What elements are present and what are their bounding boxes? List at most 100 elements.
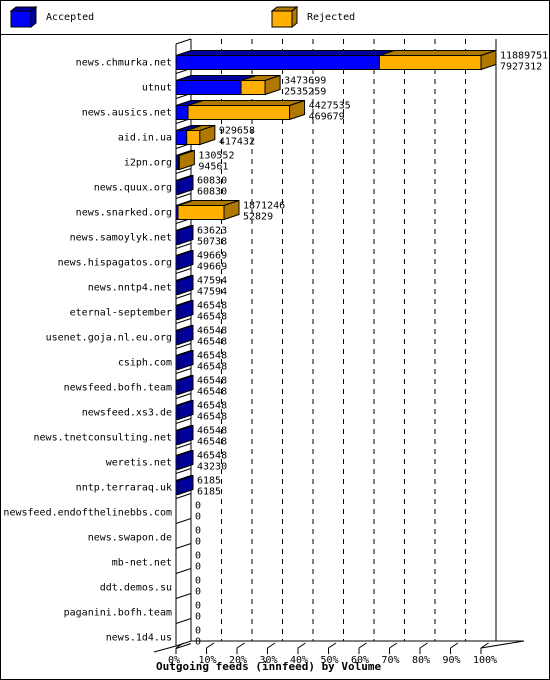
chart-title: Outgoing feeds (innfeed) by Volume	[156, 660, 382, 673]
bar-accepted	[175, 105, 189, 120]
floor-left-edge	[153, 645, 177, 653]
category-label: csiph.com	[118, 358, 172, 369]
category-label: i2pn.org	[124, 158, 172, 169]
x-tick-depth	[358, 642, 367, 649]
value-label-total: 130552	[198, 151, 234, 162]
bar-rejected-top	[379, 50, 497, 56]
value-label-accepted: 0	[195, 512, 201, 523]
bar-rejected	[378, 55, 482, 70]
value-label-accepted: 0	[195, 612, 201, 623]
value-label-accepted: 469679	[309, 112, 345, 123]
value-label-total: 11889751	[500, 51, 548, 62]
x-tick-depth	[297, 642, 306, 649]
value-label-accepted: 46548	[197, 337, 227, 348]
value-label-total: 49669	[197, 251, 227, 262]
value-label-accepted: 43230	[197, 462, 227, 473]
value-label-accepted: 6185	[197, 487, 221, 498]
x-tick-depth	[236, 642, 245, 649]
category-label: news.1d4.us	[106, 633, 172, 644]
value-label-accepted: 46548	[197, 437, 227, 448]
category-label: newsfeed.bofh.team	[64, 383, 172, 394]
row-separator	[175, 518, 192, 524]
category-label: utnut	[142, 83, 172, 94]
bar-rejected	[240, 80, 266, 95]
value-label-total: 0	[195, 626, 201, 637]
category-label: news.snarked.org	[76, 208, 172, 219]
value-label-accepted: 47594	[197, 287, 227, 298]
value-label-accepted: 46548	[197, 362, 227, 373]
x-tick-depth	[389, 642, 398, 649]
value-label-total: 0	[195, 601, 201, 612]
value-label-total: 46548	[197, 376, 227, 387]
value-label-total: 63623	[197, 226, 227, 237]
value-label-accepted: 2535259	[284, 87, 326, 98]
bar-accepted-top	[175, 50, 395, 56]
value-label-total: 6185	[197, 476, 221, 487]
x-tick-label: 90%	[443, 655, 461, 666]
value-label-total: 929658	[219, 126, 255, 137]
category-label: paganini.bofh.team	[64, 608, 172, 619]
x-tick-label: 70%	[382, 655, 400, 666]
row-separator	[175, 618, 192, 624]
value-label-total: 46548	[197, 451, 227, 462]
bar-rejected	[177, 205, 225, 220]
bar-accepted	[175, 130, 188, 145]
category-label: ddt.demos.su	[100, 583, 172, 594]
floor-right-edge	[480, 640, 525, 649]
bar-accepted	[175, 80, 242, 95]
value-label-accepted: 0	[195, 562, 201, 573]
category-label: mb-net.net	[112, 558, 172, 569]
value-label-accepted: 0	[195, 587, 201, 598]
x-tick-depth	[419, 642, 428, 649]
row-separator	[175, 568, 192, 574]
row-separator	[175, 543, 192, 549]
category-label: weretis.net	[106, 458, 172, 469]
value-label-total: 46548	[197, 426, 227, 437]
value-label-accepted: 60830	[197, 187, 227, 198]
value-label-total: 60830	[197, 176, 227, 187]
value-label-accepted: 94561	[198, 162, 228, 173]
category-label: news.tnetconsulting.net	[34, 433, 172, 444]
value-label-accepted: 417432	[219, 137, 255, 148]
value-label-total: 0	[195, 551, 201, 562]
value-label-total: 3473699	[284, 76, 326, 87]
value-label-total: 46548	[197, 301, 227, 312]
category-label: newsfeed.endofthelinebbs.com	[3, 508, 172, 519]
category-label: eternal-september	[70, 308, 172, 319]
category-label: news.chmurka.net	[76, 58, 172, 69]
x-tick-depth	[206, 642, 215, 649]
value-label-accepted: 0	[195, 637, 201, 648]
category-label: news.nntp4.net	[88, 283, 172, 294]
axis-depth-top	[175, 38, 192, 45]
category-label: news.hispagatos.org	[58, 258, 172, 269]
bar-chart: news.chmurka.net utnut news.ausics.net aid.…	[3, 38, 548, 673]
value-label-total: 0	[195, 576, 201, 587]
bar-rejected	[186, 130, 201, 145]
x-tick-depth	[267, 642, 276, 649]
category-label: news.samoylyk.net	[70, 233, 172, 244]
value-label-accepted: 46548	[197, 412, 227, 423]
x-tick-label: 100%	[473, 655, 497, 666]
category-labels: news.chmurka.net utnut news.ausics.net aid.…	[3, 58, 172, 644]
value-label-accepted: 52829	[243, 212, 273, 223]
bar-rejected-top	[187, 100, 305, 106]
category-label: news.ausics.net	[82, 108, 172, 119]
value-label-accepted: 0	[195, 537, 201, 548]
category-label: news.swapon.de	[88, 533, 172, 544]
category-label: aid.in.ua	[118, 133, 172, 144]
row-separator	[175, 593, 192, 599]
bar-rejected	[187, 105, 291, 120]
value-label-accepted: 46548	[197, 387, 227, 398]
value-label-accepted: 50738	[197, 237, 227, 248]
value-label-total: 4427535	[309, 101, 351, 112]
category-label: usenet.goja.nl.eu.org	[46, 333, 172, 344]
value-label-total: 46548	[197, 351, 227, 362]
value-label-accepted: 7927312	[500, 62, 542, 73]
x-tick-depth	[450, 642, 459, 649]
grid-lines	[221, 39, 466, 641]
value-label-total: 0	[195, 526, 201, 537]
bar-accepted	[175, 55, 380, 70]
category-label: nntp.terraraq.uk	[76, 483, 172, 494]
value-label-accepted: 46548	[197, 312, 227, 323]
value-label-total: 47594	[197, 276, 227, 287]
